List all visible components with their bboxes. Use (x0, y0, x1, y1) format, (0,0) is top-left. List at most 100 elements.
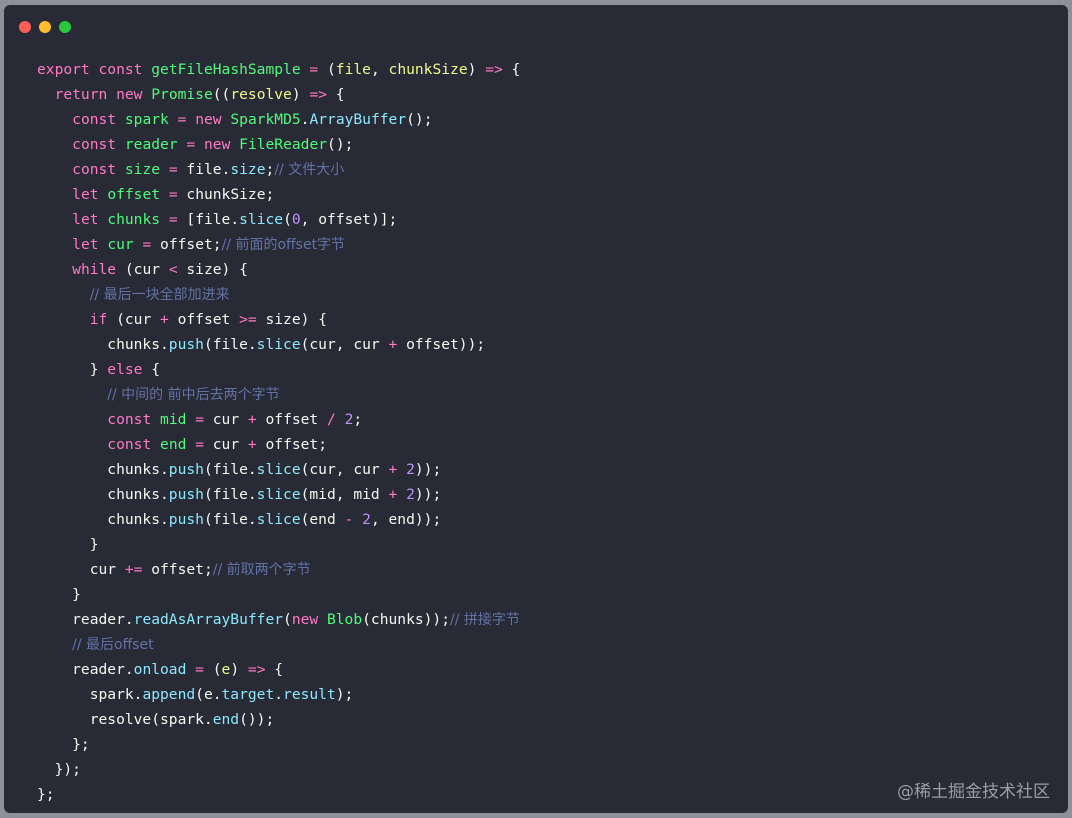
code-token-plain: (cur, cur (300, 336, 389, 353)
code-line: chunks.push(file.slice(end - 2, end)); (37, 507, 520, 532)
code-line: if (cur + offset >= size) { (37, 307, 520, 332)
code-line: chunks.push(file.slice(mid, mid + 2)); (37, 482, 520, 507)
code-token-kw: new (195, 111, 222, 128)
code-token-method: end (212, 711, 240, 728)
code-token-plain: (chunks)); (362, 611, 451, 628)
code-token-method: append (142, 686, 196, 703)
code-line: } else { (37, 357, 520, 382)
code-token-comment: // 前面的offset字节 (221, 237, 346, 253)
code-line: reader.onload = (e) => { (37, 657, 520, 682)
code-token-var: spark (124, 111, 169, 128)
code-token-plain: }); (37, 761, 81, 778)
code-token-var: offset (107, 186, 161, 203)
code-line: const reader = new FileReader(); (37, 132, 520, 157)
code-token-plain: ( (203, 661, 222, 678)
code-token-prop: ArrayBuffer (309, 111, 407, 128)
code-token-fn: getFileHashSample (151, 61, 301, 78)
code-token-plain: , end)); (370, 511, 442, 528)
code-token-op: = (195, 411, 204, 428)
code-token-op: => (485, 61, 503, 78)
code-token-plain: , (370, 61, 389, 78)
code-token-op: = (309, 61, 319, 78)
code-token-plain: ( (283, 611, 292, 628)
code-token-kw: return (54, 86, 108, 103)
code-token-op: += (124, 561, 143, 578)
code-token-plain: size) { (177, 261, 248, 278)
code-token-plain: spark. (37, 686, 143, 703)
code-token-plain: , offset)]; (300, 211, 398, 228)
code-token-method: push (168, 461, 204, 478)
code-token-var: reader (124, 136, 178, 153)
code-line: let chunks = [file.slice(0, offset)]; (37, 207, 520, 232)
code-line: let offset = chunkSize; (37, 182, 520, 207)
code-token-plain: ( (283, 211, 292, 228)
code-token-op: + (247, 436, 257, 453)
code-line: let cur = offset;// 前面的offset字节 (37, 232, 520, 257)
code-token-plain: file. (177, 161, 231, 178)
code-token-plain: }; (37, 786, 55, 803)
code-token-cls: Blob (326, 611, 363, 628)
maximize-dot-icon (59, 21, 71, 33)
code-token-comment: // 拼接字节 (450, 612, 520, 628)
code-token-plain: { (142, 361, 161, 378)
code-line: chunks.push(file.slice(cur, cur + 2)); (37, 457, 520, 482)
code-token-plain: ( (318, 61, 336, 78)
code-token-comment: // 最后offset (72, 637, 154, 653)
code-token-var: size (124, 161, 161, 178)
code-token-plain: chunks. (37, 461, 169, 478)
code-token-plain: ; (353, 411, 363, 428)
code-token-comment: // 文件大小 (274, 162, 345, 178)
code-token-plain: { (502, 61, 521, 78)
code-token-plain: )); (414, 486, 442, 503)
code-token-op: = (168, 186, 178, 203)
code-line: const spark = new SparkMD5.ArrayBuffer()… (37, 107, 520, 132)
code-token-plain: (file. (203, 336, 257, 353)
code-token-op: + (388, 336, 398, 353)
code-token-plain: (end (300, 511, 345, 528)
code-token-method: push (168, 511, 204, 528)
code-token-plain: (mid, mid (300, 486, 389, 503)
code-token-plain: cur (37, 561, 125, 578)
code-token-cls: FileReader (239, 136, 328, 153)
code-token-kw: else (107, 361, 143, 378)
code-token-plain: (); (327, 136, 354, 153)
window-controls (19, 21, 71, 33)
code-token-comment: // 中间的 前中后去两个字节 (107, 387, 280, 403)
code-token-kw: const (107, 411, 152, 428)
code-token-plain: ) (291, 86, 310, 103)
code-token-plain: } (37, 586, 81, 603)
close-dot-icon (19, 21, 31, 33)
code-token-plain: chunks. (37, 511, 169, 528)
code-token-op: >= (239, 311, 257, 328)
code-token-method: readAsArrayBuffer (133, 611, 284, 628)
code-token-kw: let (72, 211, 99, 228)
code-token-op: = (195, 661, 204, 678)
code-token-plain: chunks. (37, 336, 169, 353)
code-token-plain: reader. (37, 661, 134, 678)
code-line: return new Promise((resolve) => { (37, 82, 520, 107)
code-token-method: slice (239, 211, 284, 228)
code-token-plain: ()); (239, 711, 275, 728)
code-token-plain: (file. (203, 461, 257, 478)
code-token-method: slice (256, 336, 301, 353)
code-token-kw: const (107, 436, 152, 453)
